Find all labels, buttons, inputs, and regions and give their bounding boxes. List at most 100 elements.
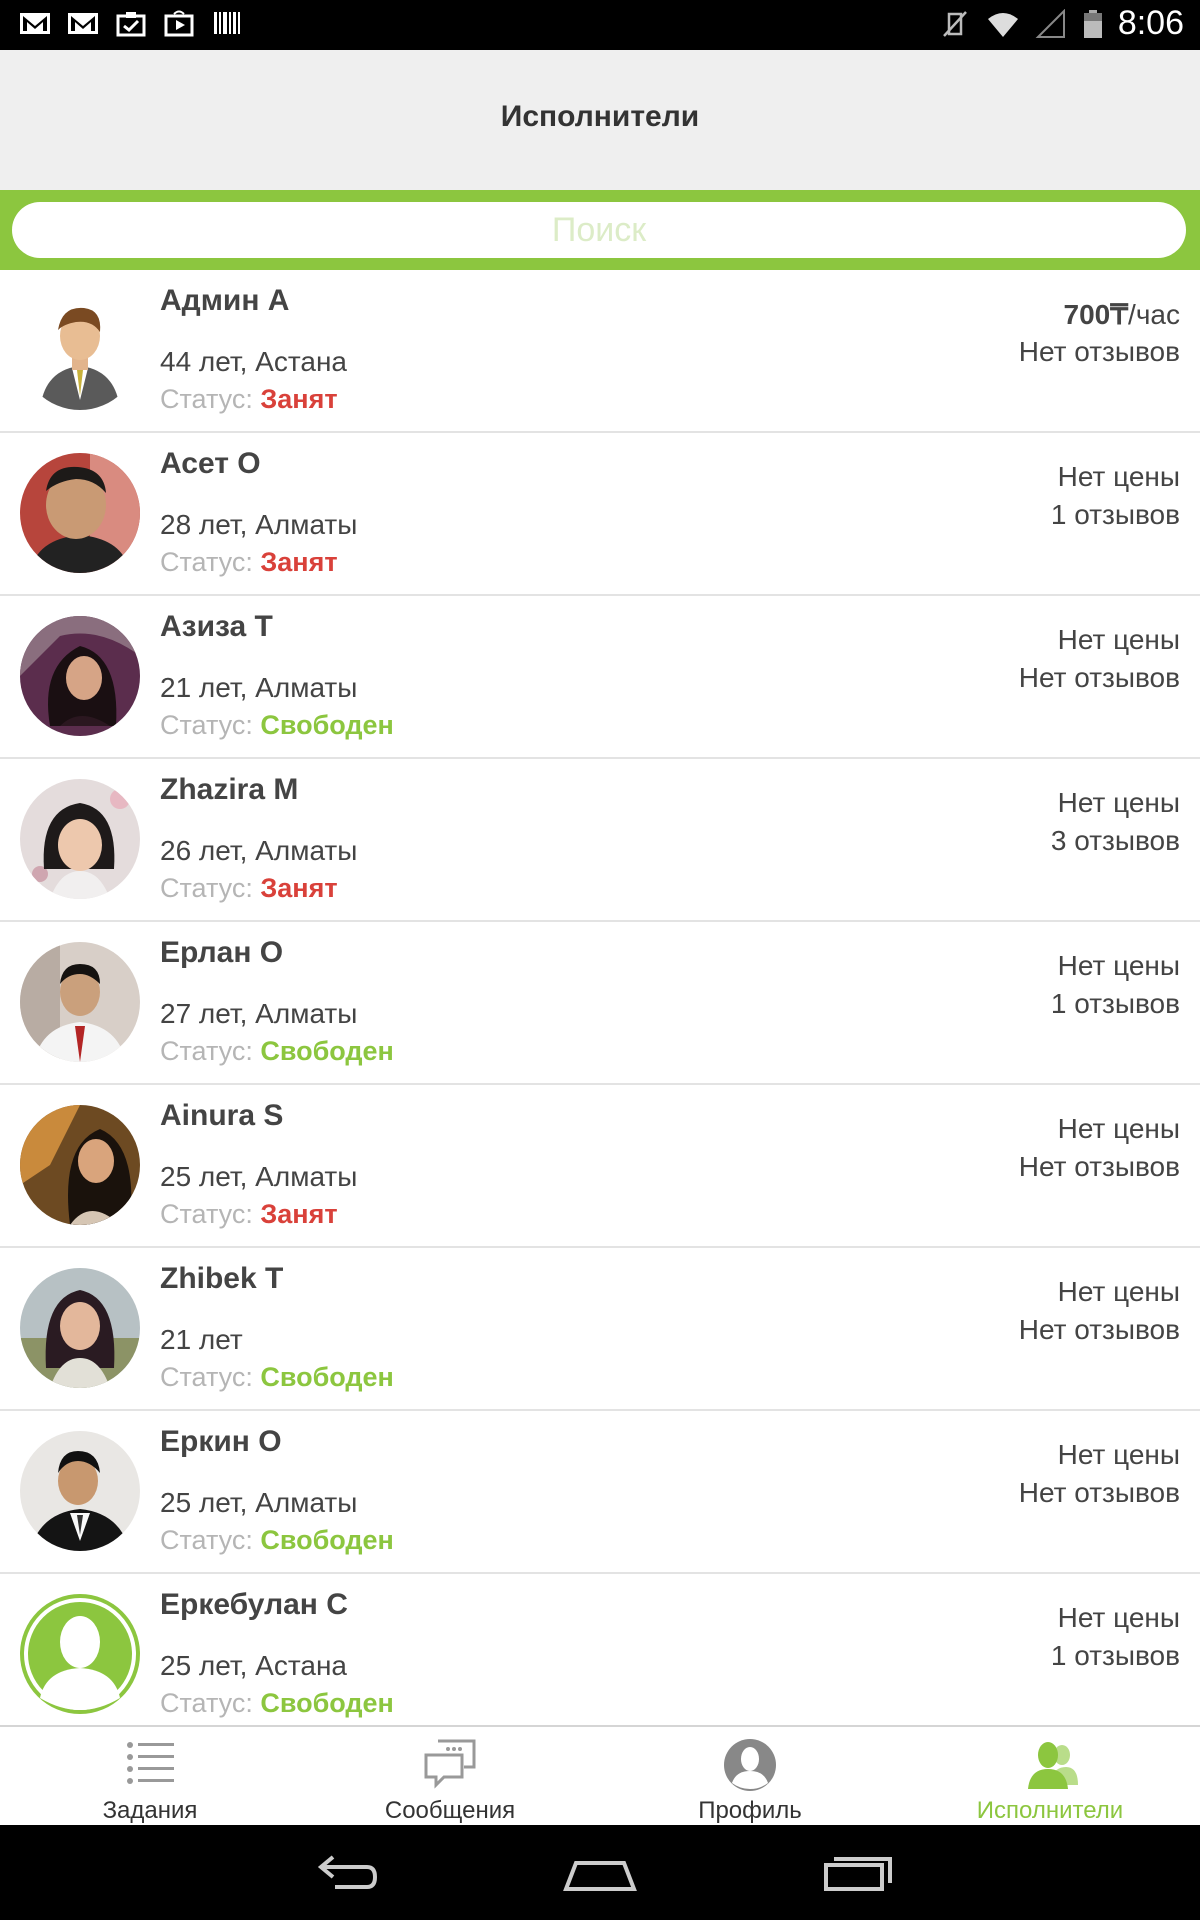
performer-price: Нет цены <box>1058 1439 1180 1471</box>
nav-tab-label: Задания <box>102 1797 198 1824</box>
avatar[interactable] <box>20 779 140 899</box>
performer-name: Zhibek T <box>160 1262 284 1295</box>
performer-age-city: 28 лет, Алматы <box>160 509 358 540</box>
price-text: Нет цены <box>1057 1602 1180 1633</box>
performer-age-city: 26 лет, Алматы <box>160 835 358 866</box>
performer-name: Админ А <box>160 284 290 317</box>
performer-reviews: Нет отзывов <box>1018 662 1180 693</box>
barcode-icon <box>214 12 240 34</box>
performer-row[interactable]: Zhibek T 21 лет Статус: Свободен Нет цен… <box>0 1248 1200 1411</box>
page-title: Исполнители <box>500 100 700 133</box>
performer-status: Статус: Занят <box>160 547 338 578</box>
performer-age-city: 21 лет <box>160 1324 243 1355</box>
performer-name: Асет О <box>160 447 261 480</box>
performer-row[interactable]: Админ А 44 лет, Астана Статус: Занят 700… <box>0 270 1200 433</box>
chat-bubble-icon <box>422 1737 478 1793</box>
status-prefix: Статус: <box>160 1362 261 1392</box>
performer-age-city: 25 лет, Алматы <box>160 1161 358 1192</box>
performer-name: Азиза Т <box>160 610 273 643</box>
performer-row[interactable]: Zhazira M 26 лет, Алматы Статус: Занят Н… <box>0 759 1200 922</box>
nav-tab-label: Профиль <box>698 1797 802 1824</box>
performer-reviews: Нет отзывов <box>1018 1151 1180 1182</box>
performer-price: Нет цены <box>1058 1113 1180 1145</box>
performer-row[interactable]: Ainura S 25 лет, Алматы Статус: Занят Не… <box>0 1085 1200 1248</box>
performer-row[interactable]: Асет О 28 лет, Алматы Статус: Занят Нет … <box>0 433 1200 596</box>
performer-reviews: 1 отзывов <box>1050 988 1180 1019</box>
nav-tab-label: Сообщения <box>384 1797 516 1824</box>
performer-price: Нет цены <box>1058 1276 1180 1308</box>
performer-row[interactable]: Ерлан О 27 лет, Алматы Статус: Свободен … <box>0 922 1200 1085</box>
performer-price: Нет цены <box>1058 1602 1180 1634</box>
price-value: 700₸ <box>1063 299 1129 330</box>
status-prefix: Статус: <box>160 710 261 740</box>
avatar[interactable] <box>20 1105 140 1225</box>
play-store-icon <box>164 10 194 37</box>
performer-price: Нет цены <box>1058 624 1180 656</box>
status-value: Занят <box>260 873 338 903</box>
performer-age-city: 21 лет, Алматы <box>160 672 358 703</box>
status-value: Занят <box>260 547 338 577</box>
performer-row[interactable]: Еркин О 25 лет, Алматы Статус: Свободен … <box>0 1411 1200 1574</box>
status-value: Свободен <box>260 1362 394 1392</box>
avatar[interactable] <box>20 616 140 736</box>
status-value: Свободен <box>260 710 394 740</box>
performer-name: Ainura S <box>160 1099 284 1132</box>
back-icon[interactable] <box>303 1845 383 1901</box>
status-bar: 8:06 <box>0 0 1200 50</box>
status-value: Занят <box>260 384 338 414</box>
status-prefix: Статус: <box>160 1688 261 1718</box>
performer-status: Статус: Свободен <box>160 1036 394 1067</box>
gmail-icon <box>20 13 50 34</box>
price-text: Нет цены <box>1057 787 1180 818</box>
status-prefix: Статус: <box>160 1036 261 1066</box>
avatar[interactable] <box>20 1268 140 1388</box>
vibrate-off-icon <box>942 10 967 37</box>
performer-price: Нет цены <box>1058 950 1180 982</box>
performer-age-city: 27 лет, Алматы <box>160 998 358 1029</box>
gmail-icon <box>68 13 98 34</box>
status-value: Свободен <box>260 1036 394 1066</box>
performer-name: Ерлан О <box>160 936 284 969</box>
performer-row[interactable]: Еркебулан С 25 лет, Астана Статус: Свобо… <box>0 1574 1200 1725</box>
status-value: Занят <box>260 1199 338 1229</box>
recent-apps-icon[interactable] <box>818 1845 898 1901</box>
wifi-icon <box>987 12 1018 37</box>
price-unit: /час <box>1128 299 1180 330</box>
performer-status: Статус: Свободен <box>160 1362 394 1393</box>
home-icon[interactable] <box>560 1845 640 1901</box>
nav-tab-task-list[interactable]: Задания <box>0 1727 300 1827</box>
status-prefix: Статус: <box>160 1525 261 1555</box>
performer-price: 700₸/час <box>1064 298 1180 331</box>
price-text: Нет цены <box>1057 461 1180 492</box>
nav-tab-performers[interactable]: Исполнители <box>900 1727 1200 1827</box>
app-bar: Исполнители <box>0 50 1200 190</box>
clipboard-check-icon <box>116 12 146 37</box>
status-prefix: Статус: <box>160 873 261 903</box>
price-text: Нет цены <box>1057 624 1180 655</box>
status-prefix: Статус: <box>160 547 261 577</box>
performer-list: Админ А 44 лет, Астана Статус: Занят 700… <box>0 270 1200 1725</box>
price-text: Нет цены <box>1057 1276 1180 1307</box>
avatar[interactable] <box>20 942 140 1062</box>
bottom-navigation: Задания Сообщения Профиль Исполнители <box>0 1725 1200 1827</box>
avatar[interactable] <box>20 1594 140 1714</box>
avatar[interactable] <box>20 453 140 573</box>
battery-icon <box>1083 9 1102 38</box>
avatar[interactable] <box>20 290 140 410</box>
performer-reviews: 1 отзывов <box>1050 499 1180 530</box>
performer-reviews: Нет отзывов <box>1018 1314 1180 1345</box>
avatar[interactable] <box>20 1431 140 1551</box>
performer-row[interactable]: Азиза Т 21 лет, Алматы Статус: Свободен … <box>0 596 1200 759</box>
performer-age-city: 25 лет, Алматы <box>160 1487 358 1518</box>
performer-status: Статус: Свободен <box>160 1688 394 1719</box>
clock-time: 8:06 <box>1117 4 1184 42</box>
nav-tab-profile[interactable]: Профиль <box>600 1727 900 1827</box>
system-navigation-bar <box>0 1825 1200 1920</box>
performer-name: Еркебулан С <box>160 1588 348 1621</box>
profile-icon <box>722 1737 778 1793</box>
nav-tab-chat-bubble[interactable]: Сообщения <box>300 1727 600 1827</box>
performer-status: Статус: Свободен <box>160 1525 394 1556</box>
performer-price: Нет цены <box>1058 461 1180 493</box>
performer-reviews: 1 отзывов <box>1050 1640 1180 1671</box>
search-input[interactable] <box>12 202 1186 258</box>
